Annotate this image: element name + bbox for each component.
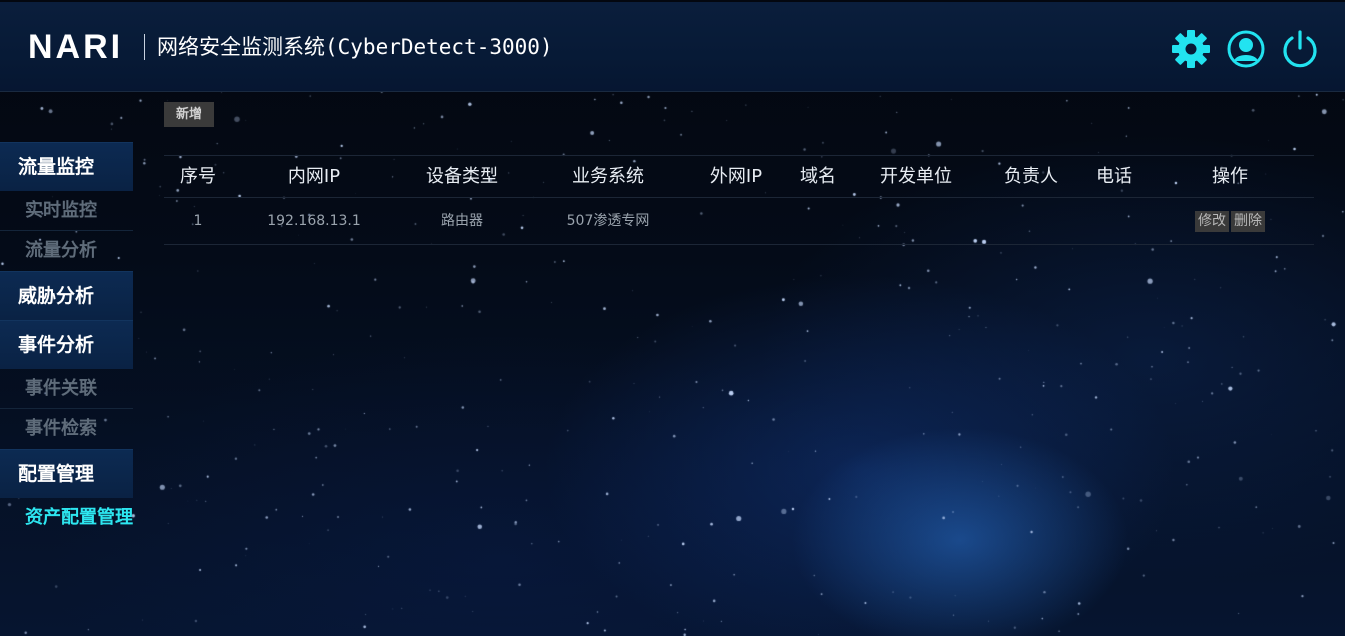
- col-header-index: 序号: [180, 166, 216, 187]
- col-header-domain: 域名: [800, 166, 836, 187]
- nav-item-asset-config[interactable]: 资产配置管理: [0, 498, 133, 538]
- delete-button[interactable]: 删除: [1231, 210, 1265, 232]
- nav-group-event-analysis[interactable]: 事件分析: [0, 320, 133, 369]
- cell-business-system: 507渗透专网: [566, 213, 650, 229]
- col-header-device-type: 设备类型: [426, 166, 498, 187]
- edit-button[interactable]: 修改: [1195, 210, 1229, 232]
- nav-item-traffic-analysis[interactable]: 流量分析: [0, 231, 133, 271]
- nav-item-event-search[interactable]: 事件检索: [0, 409, 133, 449]
- col-header-external-ip: 外网IP: [709, 166, 763, 187]
- nav-group-traffic-monitoring[interactable]: 流量监控: [0, 142, 133, 191]
- cell-internal-ip: 192.168.13.1: [267, 213, 361, 229]
- nav-group-config-management[interactable]: 配置管理: [0, 449, 133, 498]
- power-icon[interactable]: [1280, 29, 1320, 69]
- cell-actions: 修改 删除: [1180, 198, 1280, 244]
- gear-icon[interactable]: [1171, 29, 1211, 69]
- col-header-developer: 开发单位: [880, 166, 952, 187]
- logo-divider: [144, 34, 145, 60]
- cell-device-type: 路由器: [441, 213, 483, 229]
- table-header: 序号 内网IP 设备类型 业务系统 外网IP 域名 开发单位 负责人 电话 操作: [164, 155, 1314, 198]
- system-title: 网络安全监测系统(CyberDetect-3000): [157, 35, 553, 59]
- nav-item-event-correlation[interactable]: 事件关联: [0, 369, 133, 409]
- asset-table: 序号 内网IP 设备类型 业务系统 外网IP 域名 开发单位 负责人 电话 操作…: [164, 155, 1314, 245]
- col-header-business-system: 业务系统: [572, 166, 644, 187]
- add-button[interactable]: 新增: [164, 102, 214, 127]
- nav-group-threat-analysis[interactable]: 威胁分析: [0, 271, 133, 320]
- table-row: 1 192.168.13.1 路由器 507渗透专网 修改 删除: [164, 198, 1314, 245]
- col-header-phone: 电话: [1096, 166, 1132, 187]
- top-header: NARI 网络安全监测系统(CyberDetect-3000): [0, 2, 1345, 92]
- col-header-owner: 负责人: [1004, 166, 1058, 187]
- nav-item-realtime-monitoring[interactable]: 实时监控: [0, 191, 133, 231]
- nari-logo: NARI: [28, 28, 124, 66]
- cell-index: 1: [193, 213, 203, 229]
- col-header-actions: 操作: [1212, 166, 1248, 187]
- col-header-internal-ip: 内网IP: [287, 166, 341, 187]
- user-icon[interactable]: [1226, 29, 1266, 69]
- sidebar-nav: 流量监控 实时监控 流量分析 威胁分析 事件分析 事件关联 事件检索 配置管理 …: [0, 142, 133, 538]
